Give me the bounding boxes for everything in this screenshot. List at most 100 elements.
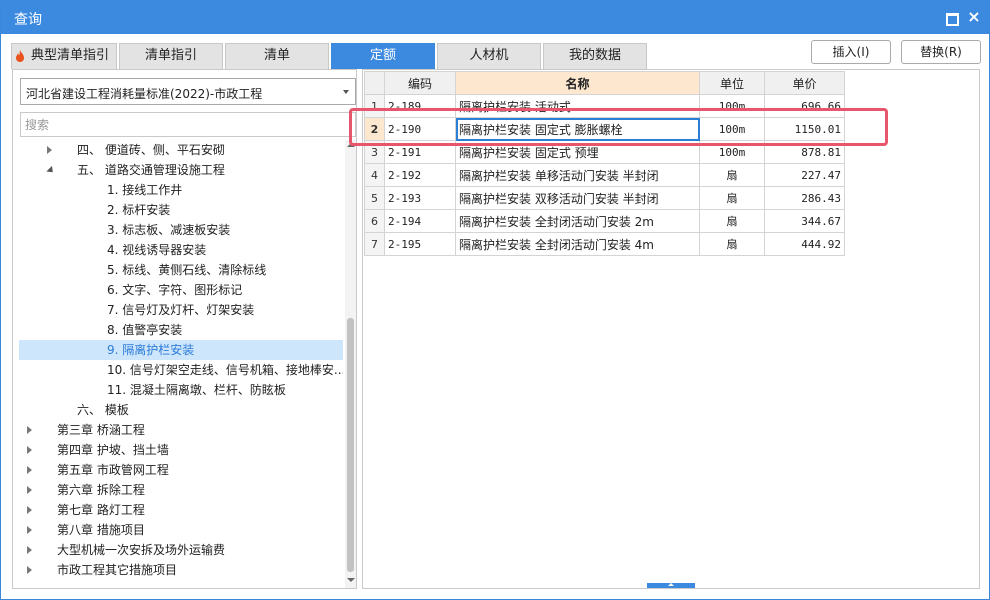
tree-item[interactable]: 第六章 拆除工程: [19, 480, 343, 500]
price-cell[interactable]: 227.47: [764, 163, 845, 187]
tree-item[interactable]: 6. 文字、字符、图形标记: [19, 280, 343, 300]
row-number-cell[interactable]: 7: [364, 232, 385, 256]
tree-item[interactable]: 9. 隔离护栏安装: [19, 340, 343, 360]
unit-cell[interactable]: 扇: [699, 186, 765, 210]
library-select[interactable]: 河北省建设工程消耗量标准(2022)-市政工程: [20, 78, 356, 105]
scroll-down-icon[interactable]: [347, 578, 355, 582]
tree-item[interactable]: 第七章 路灯工程: [19, 500, 343, 520]
fire-icon: [16, 50, 24, 62]
code-cell[interactable]: 2-190: [384, 117, 456, 141]
window-title: 查询: [14, 12, 42, 28]
tab-quota[interactable]: 定额: [331, 43, 435, 69]
table-row[interactable]: 6 2-194 隔离护栏安装 全封闭活动门安装 2m 扇 344.67: [364, 209, 845, 233]
tree-item[interactable]: 3. 标志板、减速板安装: [19, 220, 343, 240]
row-number-cell[interactable]: 5: [364, 186, 385, 210]
row-number-cell[interactable]: 6: [364, 209, 385, 233]
price-header[interactable]: 单价: [764, 71, 845, 95]
code-cell[interactable]: 2-191: [384, 140, 456, 164]
unit-cell[interactable]: 100m: [699, 94, 765, 118]
tree-item[interactable]: 市政工程其它措施项目: [19, 560, 343, 580]
name-cell[interactable]: 隔离护栏安装 固定式 膨胀螺栓: [455, 117, 700, 141]
name-header[interactable]: 名称: [455, 71, 700, 95]
tab-my-data[interactable]: 我的数据: [543, 43, 647, 69]
name-cell[interactable]: 隔离护栏安装 全封闭活动门安装 2m: [455, 209, 700, 233]
maximize-icon[interactable]: [942, 8, 960, 26]
search-input[interactable]: [20, 112, 356, 137]
row-number-cell[interactable]: 2: [364, 117, 385, 141]
collapsed-arrow-icon[interactable]: [27, 446, 32, 454]
tree-scrollbar[interactable]: [345, 140, 356, 588]
unit-cell[interactable]: 100m: [699, 140, 765, 164]
tree-item[interactable]: 六、 模板: [19, 400, 343, 420]
tree-item[interactable]: 1. 接线工作井: [19, 180, 343, 200]
unit-cell[interactable]: 扇: [699, 163, 765, 187]
collapsed-arrow-icon[interactable]: [27, 546, 32, 554]
collapsed-arrow-icon[interactable]: [47, 146, 52, 154]
code-cell[interactable]: 2-192: [384, 163, 456, 187]
tree-item[interactable]: 第八章 措施项目: [19, 520, 343, 540]
collapsed-arrow-icon[interactable]: [27, 566, 32, 574]
name-cell[interactable]: 隔离护栏安装 固定式 预埋: [455, 140, 700, 164]
collapsed-arrow-icon[interactable]: [27, 466, 32, 474]
unit-cell[interactable]: 100m: [699, 117, 765, 141]
tree-item[interactable]: 第五章 市政管网工程: [19, 460, 343, 480]
scroll-up-icon[interactable]: [347, 143, 355, 147]
table-row[interactable]: 2 2-190 隔离护栏安装 固定式 膨胀螺栓 100m 1150.01: [364, 117, 845, 141]
price-cell[interactable]: 286.43: [764, 186, 845, 210]
replace-button[interactable]: 替换(R): [901, 40, 981, 64]
table-row[interactable]: 4 2-192 隔离护栏安装 单移活动门安装 半封闭扇 227.47: [364, 163, 845, 187]
tree-item[interactable]: 第四章 护坡、挡土墙: [19, 440, 343, 460]
unit-cell[interactable]: 扇: [699, 209, 765, 233]
tab-bill-guide[interactable]: 清单指引: [119, 43, 223, 69]
scroll-thumb[interactable]: [347, 318, 354, 572]
tree-item[interactable]: 四、 便道砖、侧、平石安砌: [19, 140, 343, 160]
insert-button[interactable]: 插入(I): [811, 40, 891, 64]
price-cell[interactable]: 1150.01: [764, 117, 845, 141]
collapsed-arrow-icon[interactable]: [27, 426, 32, 434]
row-number-cell[interactable]: 3: [364, 140, 385, 164]
collapsed-arrow-icon[interactable]: [27, 506, 32, 514]
unit-header[interactable]: 单位: [699, 71, 765, 95]
tree-item[interactable]: 8. 值警亭安装: [19, 320, 343, 340]
splitter-grip[interactable]: [647, 583, 695, 588]
name-cell[interactable]: 隔离护栏安装 双移活动门安装 半封闭: [455, 186, 700, 210]
price-cell[interactable]: 696.66: [764, 94, 845, 118]
table-row[interactable]: 3 2-191 隔离护栏安装 固定式 预埋 100m 878.81: [364, 140, 845, 164]
tree-item[interactable]: 2. 标杆安装: [19, 200, 343, 220]
expanded-arrow-icon[interactable]: [46, 165, 56, 176]
tree-item-label: 2. 标杆安装: [107, 203, 171, 217]
price-cell[interactable]: 344.67: [764, 209, 845, 233]
tab-typical-bill-guide[interactable]: 典型清单指引: [11, 43, 117, 69]
tree-item[interactable]: 7. 信号灯及灯杆、灯架安装: [19, 300, 343, 320]
unit-cell[interactable]: 扇: [699, 232, 765, 256]
code-header[interactable]: 编码: [384, 71, 456, 95]
tree-item[interactable]: 5. 标线、黄侧石线、清除标线: [19, 260, 343, 280]
row-number-cell[interactable]: 1: [364, 94, 385, 118]
tree-item-label: 5. 标线、黄侧石线、清除标线: [107, 263, 267, 277]
collapsed-arrow-icon[interactable]: [27, 486, 32, 494]
tree-item[interactable]: 4. 视线诱导器安装: [19, 240, 343, 260]
tree-item[interactable]: 11. 混凝土隔离墩、栏杆、防眩板: [19, 380, 343, 400]
tree-item[interactable]: 大型机械一次安拆及场外运输费: [19, 540, 343, 560]
price-cell[interactable]: 878.81: [764, 140, 845, 164]
tree-item-label: 大型机械一次安拆及场外运输费: [57, 543, 226, 557]
code-cell[interactable]: 2-193: [384, 186, 456, 210]
price-cell[interactable]: 444.92: [764, 232, 845, 256]
name-cell[interactable]: 隔离护栏安装 活动式: [455, 94, 700, 118]
code-cell[interactable]: 2-194: [384, 209, 456, 233]
collapsed-arrow-icon[interactable]: [27, 526, 32, 534]
close-icon[interactable]: ×: [965, 8, 983, 26]
tree-item[interactable]: 10. 信号灯架空走线、信号机箱、接地棒安...: [19, 360, 343, 380]
code-cell[interactable]: 2-195: [384, 232, 456, 256]
code-cell[interactable]: 2-189: [384, 94, 456, 118]
table-row[interactable]: 1 2-189 隔离护栏安装 活动式 100m 696.66: [364, 94, 845, 118]
name-cell[interactable]: 隔离护栏安装 全封闭活动门安装 4m: [455, 232, 700, 256]
tab-labor-material-machine[interactable]: 人材机: [437, 43, 541, 69]
tree-item[interactable]: 五、 道路交通管理设施工程: [19, 160, 343, 180]
table-row[interactable]: 5 2-193 隔离护栏安装 双移活动门安装 半封闭扇 286.43: [364, 186, 845, 210]
table-row[interactable]: 7 2-195 隔离护栏安装 全封闭活动门安装 4m 扇 444.92: [364, 232, 845, 256]
row-number-cell[interactable]: 4: [364, 163, 385, 187]
name-cell[interactable]: 隔离护栏安装 单移活动门安装 半封闭: [455, 163, 700, 187]
tree-item[interactable]: 第三章 桥涵工程: [19, 420, 343, 440]
tab-bill[interactable]: 清单: [225, 43, 329, 69]
